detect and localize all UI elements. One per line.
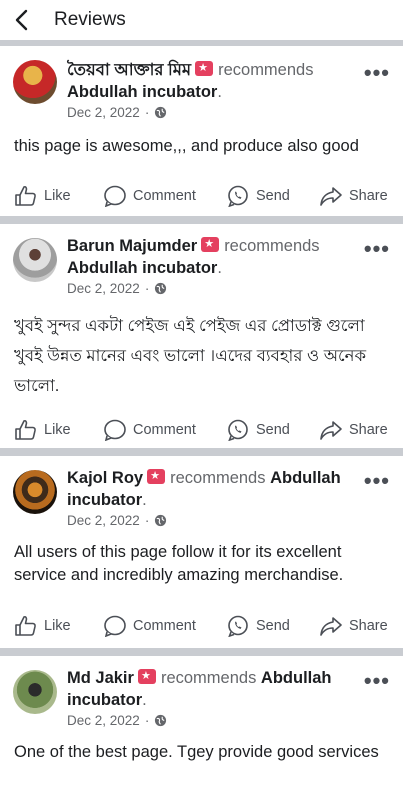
share-button[interactable]: Share [319,419,388,441]
like-label: Like [44,618,71,634]
recommends-text: recommends [170,469,266,487]
share-icon [320,421,342,440]
comment-icon [104,615,126,637]
comment-label: Comment [133,188,196,204]
reviewer-name[interactable]: Md Jakir [67,669,134,687]
avatar[interactable] [13,238,57,282]
share-button[interactable]: Share [319,615,388,637]
comment-icon [104,419,126,441]
like-button[interactable]: Like [14,185,71,207]
top-bar: Reviews [0,0,403,40]
whatsapp-icon [228,185,248,207]
page-title: Reviews [54,9,126,30]
comment-label: Comment [133,422,196,438]
review-text: All users of this page follow it for its… [14,543,344,584]
globe-icon [155,714,167,727]
reviewer-name[interactable]: Barun Majumder [67,237,197,255]
comment-button[interactable]: Comment [103,185,196,207]
send-label: Send [256,618,290,634]
like-icon [15,185,36,206]
review-header: Barun Majumder recommends Abdullah incuba… [67,235,353,279]
share-button[interactable]: Share [319,185,388,207]
review-date[interactable]: Dec 2, 2022 [67,105,140,120]
send-button[interactable]: Send [226,615,290,637]
review-text: this page is awesome,,, and produce also… [14,137,359,155]
recommend-badge-icon [137,669,156,684]
more-options-icon[interactable]: ••• [364,670,390,692]
review-header: Kajol Royrecommends Abdullah incubator. [67,467,353,511]
review-card: তৈয়বা আক্তার মিম recommends Abdullah inc… [0,46,403,216]
action-bar: Like Comment Send Share [0,415,403,445]
avatar[interactable] [13,470,57,514]
like-icon [15,419,36,440]
recommends-text: recommends [224,237,320,255]
action-bar: Like Comment Send Share [0,181,403,211]
divider [0,448,403,456]
reviewer-name[interactable]: তৈয়বা আক্তার মিম [67,61,191,79]
like-label: Like [44,188,71,204]
review-card: Barun Majumder recommends Abdullah incuba… [0,224,403,448]
recommend-badge-icon [201,237,220,252]
share-icon [320,187,342,206]
review-date[interactable]: Dec 2, 2022 [67,281,140,296]
comment-button[interactable]: Comment [103,419,196,441]
share-icon [320,617,342,636]
share-label: Share [349,422,388,438]
recommend-badge-icon [195,61,214,76]
review-card: Md Jakirrecommends Abdullah incubator. D… [0,656,403,800]
review-meta: Dec 2, 2022 · [67,513,167,528]
whatsapp-icon [228,615,248,637]
comment-label: Comment [133,618,196,634]
page-name[interactable]: Abdullah incubator [67,259,217,277]
like-button[interactable]: Like [14,615,71,637]
whatsapp-icon [228,419,248,441]
recommend-badge-icon [147,469,166,484]
comment-button[interactable]: Comment [103,615,196,637]
globe-icon [155,514,167,527]
review-card: Kajol Royrecommends Abdullah incubator. … [0,456,403,648]
recommends-text: recommends [218,61,314,79]
avatar[interactable] [13,670,57,714]
like-button[interactable]: Like [14,419,71,441]
share-label: Share [349,188,388,204]
review-meta: Dec 2, 2022 · [67,281,167,296]
avatar[interactable] [13,60,57,104]
review-date[interactable]: Dec 2, 2022 [67,713,140,728]
share-label: Share [349,618,388,634]
review-date[interactable]: Dec 2, 2022 [67,513,140,528]
review-meta: Dec 2, 2022 · [67,105,167,120]
globe-icon [155,106,167,119]
review-header: Md Jakirrecommends Abdullah incubator. [67,667,353,711]
review-text: খুবই সুন্দর একটা পেইজ এই পেইজ এর প্রোডাক… [14,317,367,395]
more-options-icon[interactable]: ••• [364,238,390,260]
recommends-text: recommends [160,669,257,687]
review-meta: Dec 2, 2022 · [67,713,167,728]
action-bar: Like Comment Send Share [0,611,403,641]
reviewer-name[interactable]: Kajol Roy [67,469,143,487]
more-options-icon[interactable]: ••• [364,62,390,84]
send-label: Send [256,188,290,204]
send-label: Send [256,422,290,438]
divider [0,648,403,656]
globe-icon [155,282,167,295]
send-button[interactable]: Send [226,419,290,441]
review-header: তৈয়বা আক্তার মিম recommends Abdullah inc… [67,59,353,103]
more-options-icon[interactable]: ••• [364,470,390,492]
page-name[interactable]: Abdullah incubator [67,83,217,101]
review-text: One of the best page. Tgey provide good … [14,743,379,761]
send-button[interactable]: Send [226,185,290,207]
like-icon [15,615,36,636]
divider [0,216,403,224]
comment-icon [104,185,126,207]
back-arrow-icon[interactable] [14,6,42,34]
like-label: Like [44,422,71,438]
